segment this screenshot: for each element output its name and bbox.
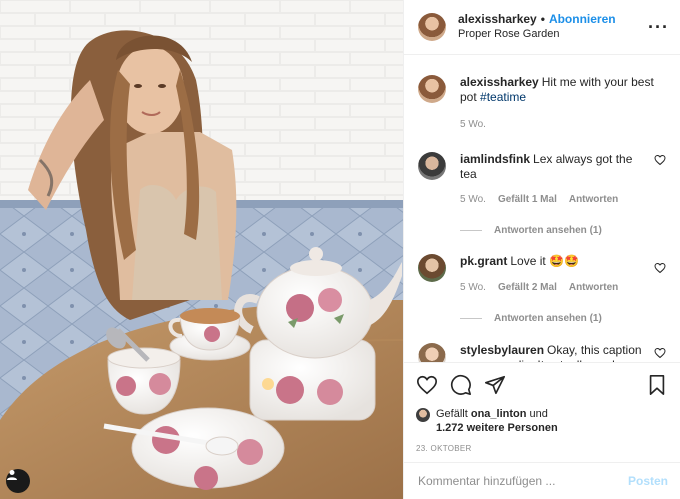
bookmark-icon[interactable] bbox=[646, 374, 668, 396]
comment-avatar[interactable] bbox=[418, 152, 446, 180]
comment-icon[interactable] bbox=[450, 374, 472, 396]
comment-age: 5 Wo. bbox=[460, 282, 486, 293]
photo-illustration bbox=[0, 0, 403, 499]
post-actions: Gefällt ona_linton und 1.272 weitere Per… bbox=[404, 362, 680, 453]
comment-body: pk.grant Love it 🤩🤩 5 Wo. Gefällt 2 Mal A… bbox=[460, 254, 666, 326]
post-photo[interactable] bbox=[0, 0, 403, 499]
caption-row: alexissharkey Hit me with your best pot #… bbox=[418, 75, 666, 132]
caption-username[interactable]: alexissharkey bbox=[460, 75, 539, 89]
person-icon bbox=[7, 470, 17, 480]
comments-list[interactable]: alexissharkey Hit me with your best pot #… bbox=[404, 56, 680, 362]
comment-avatar[interactable] bbox=[418, 254, 446, 282]
follow-button[interactable]: Abonnieren bbox=[549, 12, 616, 26]
send-icon[interactable] bbox=[484, 374, 506, 396]
reply-button[interactable]: Antworten bbox=[569, 280, 618, 295]
hashtag-link[interactable]: #teatime bbox=[480, 90, 526, 104]
comment-text: Love it 🤩🤩 bbox=[510, 254, 579, 268]
comment-like-heart-icon[interactable] bbox=[654, 347, 666, 359]
liker-avatar[interactable] bbox=[416, 408, 430, 422]
reply-button[interactable]: Antworten bbox=[569, 192, 618, 207]
separator-dot: • bbox=[540, 12, 545, 26]
post-comment-button[interactable]: Posten bbox=[628, 474, 668, 488]
view-replies-label: Antworten ansehen (1) bbox=[494, 225, 602, 236]
comment-row: stylesbylaurenOkay, this caption was a g… bbox=[418, 343, 666, 362]
comment-username[interactable]: pk.grant bbox=[460, 254, 507, 268]
comment-like-heart-icon[interactable] bbox=[654, 154, 666, 166]
caption-age: 5 Wo. bbox=[460, 119, 486, 130]
heart-icon[interactable] bbox=[416, 374, 438, 396]
comment-body: iamlindsfink Lex always got the tea 5 Wo.… bbox=[460, 152, 666, 238]
author-username[interactable]: alexissharkey bbox=[458, 12, 537, 26]
comment-avatar[interactable] bbox=[418, 343, 446, 362]
view-replies-button[interactable]: Antworten ansehen (1) bbox=[460, 223, 652, 238]
more-horizontal-icon: ··· bbox=[648, 16, 669, 37]
caption-body: alexissharkey Hit me with your best pot #… bbox=[460, 75, 666, 132]
comment-username[interactable]: stylesbylauren bbox=[460, 343, 544, 357]
likes-text: Gefällt ona_linton und 1.272 weitere Per… bbox=[436, 407, 558, 435]
post-dialog: alexissharkey • Abonnieren Proper Rose Gar… bbox=[0, 0, 680, 499]
comment-body: stylesbylaurenOkay, this caption was a g… bbox=[460, 343, 666, 362]
likes-others-link[interactable]: 1.272 weitere Personen bbox=[436, 422, 558, 434]
caption-avatar[interactable] bbox=[418, 75, 446, 103]
view-replies-button[interactable]: Antworten ansehen (1) bbox=[460, 311, 652, 326]
author-avatar[interactable] bbox=[418, 13, 446, 41]
post-side-panel: alexissharkey • Abonnieren Proper Rose Gar… bbox=[403, 0, 680, 499]
add-comment-bar: Posten bbox=[404, 462, 680, 499]
replies-divider-line bbox=[460, 318, 482, 319]
comment-row: pk.grant Love it 🤩🤩 5 Wo. Gefällt 2 Mal A… bbox=[418, 254, 666, 326]
user-tag-button[interactable] bbox=[6, 469, 30, 493]
action-icons-bar bbox=[416, 363, 668, 407]
header-text: alexissharkey • Abonnieren Proper Rose Gar… bbox=[458, 12, 648, 42]
location-link[interactable]: Proper Rose Garden bbox=[458, 27, 648, 42]
replies-divider-line bbox=[460, 230, 482, 231]
comment-age: 5 Wo. bbox=[460, 194, 486, 205]
likes-summary: Gefällt ona_linton und 1.272 weitere Per… bbox=[416, 407, 668, 435]
comment-input[interactable] bbox=[418, 474, 628, 488]
liker-username[interactable]: ona_linton bbox=[471, 408, 527, 420]
comment-likes-link[interactable]: Gefällt 2 Mal bbox=[498, 280, 557, 295]
likes-prefix: Gefällt bbox=[436, 408, 468, 420]
likes-and: und bbox=[529, 408, 548, 420]
comment-username[interactable]: iamlindsfink bbox=[460, 152, 530, 166]
more-options-button[interactable]: ··· bbox=[648, 17, 668, 38]
post-header: alexissharkey • Abonnieren Proper Rose Gar… bbox=[404, 0, 680, 55]
comment-row: iamlindsfink Lex always got the tea 5 Wo.… bbox=[418, 152, 666, 238]
post-date[interactable]: 23. OKTOBER bbox=[416, 444, 668, 453]
view-replies-label: Antworten ansehen (1) bbox=[494, 313, 602, 324]
comment-likes-link[interactable]: Gefällt 1 Mal bbox=[498, 192, 557, 207]
comment-like-heart-icon[interactable] bbox=[654, 262, 666, 274]
